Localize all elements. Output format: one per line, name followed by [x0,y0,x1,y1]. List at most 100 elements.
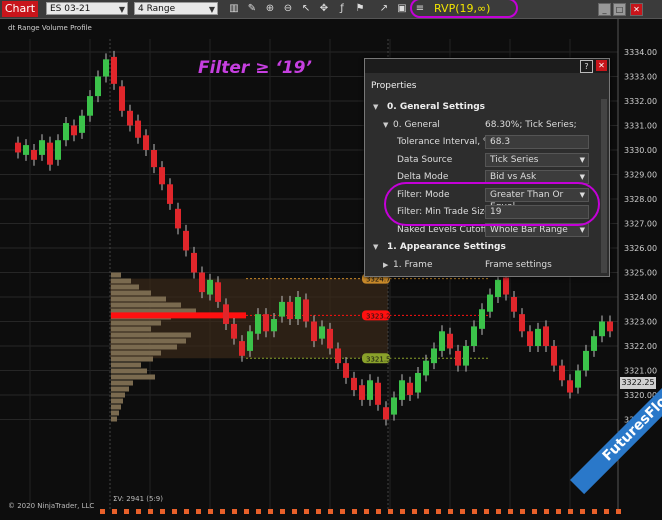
property-row[interactable]: ▼ 1. Appearance Settings [371,239,597,256]
candle-body [47,142,53,165]
candle-body [599,321,605,337]
highlight-circle [410,0,518,18]
candle-body [247,331,253,351]
candle-body [79,115,85,133]
delta-marker [544,509,549,514]
expand-icon[interactable]: ▼ [373,239,378,256]
maximize-icon[interactable]: □ [613,3,626,16]
profile-bar [111,356,153,362]
candle-body [527,331,533,346]
crosshair-icon[interactable]: ✥ [318,3,330,15]
indicators-icon[interactable]: ƒ [336,3,348,15]
candle-body [159,167,165,185]
delta-marker [436,509,441,514]
delta-marker [604,509,609,514]
property-row[interactable]: ▼ 0. General Settings [371,99,597,116]
candle-body [191,252,197,273]
delta-marker [328,509,333,514]
current-price-tag: 3322.25 [620,377,656,389]
candle-body [375,382,381,405]
candle-body [359,385,365,400]
y-tick-label: 3330.00 [624,146,657,155]
delta-marker [424,509,429,514]
candle-body [575,370,581,388]
candle-body [271,319,277,332]
delta-marker [280,509,285,514]
delta-marker [364,509,369,514]
property-value: Frame settings [485,259,552,270]
delta-marker [520,509,525,514]
candle-body [543,326,549,346]
candle-body [431,348,437,364]
properties-title: Properties [371,81,417,91]
candle-body [135,120,141,138]
candle-body [327,328,333,349]
property-row[interactable]: Tolerance Interval, % 68.3 [371,134,597,151]
expand-icon[interactable]: ▼ [383,117,388,134]
property-label: Tolerance Interval, % [397,137,492,147]
profile-bar [111,338,186,344]
property-row[interactable]: ▼0. General68.30%; Tick Series; (19, ∞) [371,117,597,147]
zoom-in-icon[interactable]: ⊕ [264,3,276,15]
delta-marker [184,509,189,514]
profile-bar [111,374,155,380]
close-icon[interactable]: ✕ [596,60,607,71]
candle-body [239,341,245,356]
period-select[interactable]: 4 Range ▼ [134,2,218,15]
delta-marker [340,509,345,514]
delta-marker [148,509,153,514]
delta-marker [400,509,405,514]
expand-icon[interactable]: ▶ [383,257,388,274]
candle-body [95,76,101,97]
candle-body [223,304,229,324]
candle-body [351,377,357,391]
sum-volume-label: ΣV: 2941 (5:9) [113,495,163,503]
candle-body [471,326,477,346]
zoom-out-icon[interactable]: ⊖ [282,3,294,15]
strategies-icon[interactable]: ⚑ [354,3,366,15]
close-icon[interactable]: ✕ [630,3,643,16]
delta-marker [124,509,129,514]
property-label: 1. Appearance Settings [387,242,506,252]
candle-body [167,184,173,204]
snapshot-icon[interactable]: ▣ [396,3,408,15]
candle-body [263,314,269,332]
expand-icon[interactable]: ▼ [373,99,378,116]
property-row[interactable]: ▶ 1. Frame Frame settings [371,257,597,274]
property-input[interactable]: 68.3 [485,135,589,149]
period-select-value: 4 Range [138,4,176,14]
candle-body [591,336,597,351]
delta-marker [508,509,513,514]
candle-body [231,323,237,339]
candle-body [447,333,453,349]
property-value: 68.3 [490,137,511,147]
cursor-icon[interactable]: ↖ [300,3,312,15]
candle-body [463,346,469,366]
chevron-down-icon: ▼ [208,5,215,14]
candle-body [399,380,405,400]
candle-body [567,380,573,393]
properties-window[interactable]: ? ✕ Properties ▼ 0. General Settings ▼ 0. G… [364,58,610,277]
profile-bar [111,320,161,326]
instrument-select[interactable]: ES 03-21 ▼ [46,2,128,15]
properties-titlebar[interactable] [365,59,609,73]
chart-tab[interactable]: Chart [2,1,38,17]
property-select[interactable]: Tick Series ▼ [485,152,589,167]
property-row[interactable]: Data Source Tick Series ▼ [371,152,597,169]
pencil-icon[interactable]: ✎ [246,3,258,15]
minimize-icon[interactable]: _ [598,3,611,16]
delta-marker [376,509,381,514]
delta-marker [316,509,321,514]
candle-body [183,230,189,251]
help-icon[interactable]: ? [580,60,593,73]
candle-body [479,309,485,329]
property-value: Tick Series [490,154,539,165]
delta-marker [244,509,249,514]
property-label: Data Source [397,154,453,165]
bar-type-icon[interactable]: ▥ [228,3,240,15]
line-chart-icon[interactable]: ↗ [378,3,390,15]
properties-scrollbar[interactable] [601,99,607,273]
delta-marker [484,509,489,514]
candle-body [455,350,461,366]
delta-marker [208,509,213,514]
